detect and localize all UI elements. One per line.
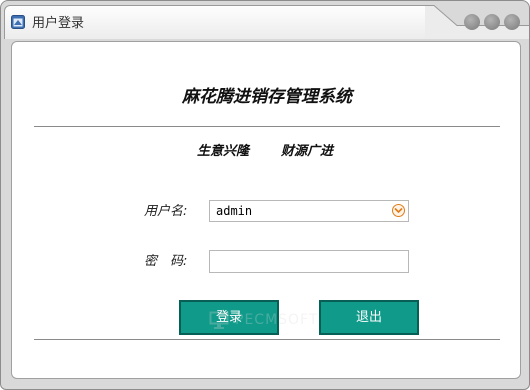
chevron-down-icon[interactable]	[392, 204, 405, 217]
top-divider	[34, 126, 500, 127]
title-bar[interactable]: 用户登录	[1, 1, 529, 39]
app-window-icon	[11, 15, 25, 29]
username-value: admin	[216, 204, 253, 218]
login-panel: 麻花腾进销存管理系统 生意兴隆 财源广进 用户名: admin 密 码: 登录 …	[11, 41, 521, 379]
minimize-icon[interactable]	[464, 14, 480, 30]
watermark: PECMSOFT	[209, 310, 339, 332]
username-dropdown[interactable]: admin	[209, 200, 409, 222]
login-window: 用户登录 麻花腾进销存管理系统 生意兴隆 财源广进 用户名: admin 密 码…	[0, 0, 530, 390]
password-field[interactable]	[209, 250, 409, 273]
watermark-text: PECMSOFT	[235, 312, 319, 328]
password-label: 密 码:	[144, 254, 188, 269]
close-icon[interactable]	[504, 14, 520, 30]
maximize-icon[interactable]	[484, 14, 500, 30]
monitor-icon	[209, 311, 229, 329]
system-title: 麻花腾进销存管理系统	[182, 87, 352, 107]
slogan-right: 财源广进	[281, 144, 334, 159]
username-label: 用户名:	[144, 204, 188, 219]
slogan-left: 生意兴隆	[197, 144, 250, 159]
bottom-divider	[34, 339, 500, 340]
window-title: 用户登录	[32, 16, 85, 31]
